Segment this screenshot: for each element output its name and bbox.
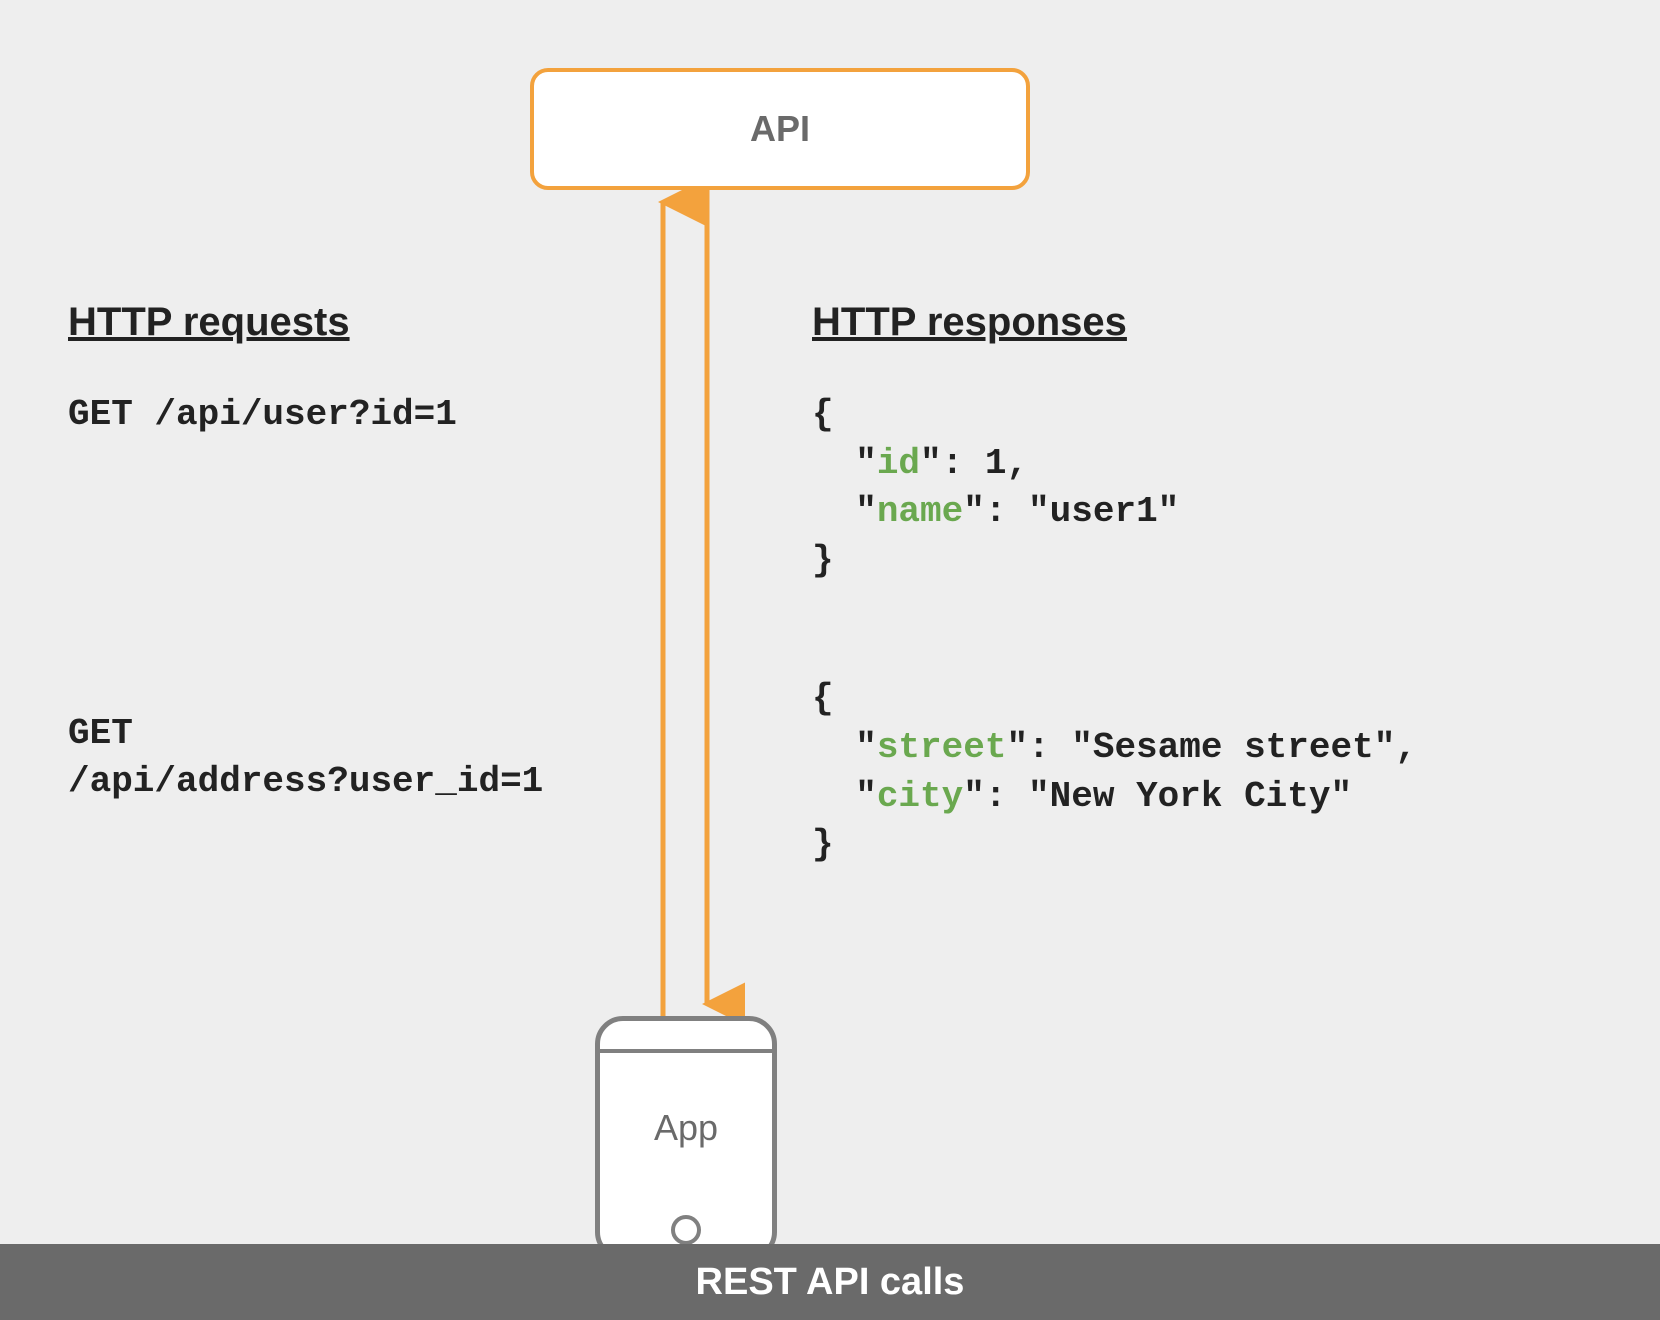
home-button-icon — [671, 1215, 701, 1245]
api-box: API — [530, 68, 1030, 190]
phone-speaker-bar — [600, 1021, 772, 1053]
phone-device: App — [595, 1016, 777, 1260]
requests-title: HTTP requests — [68, 300, 588, 345]
requests-column: HTTP requests GET /api/user?id=1 GET /api… — [68, 300, 588, 807]
responses-column: HTTP responses { "id": 1, "name": "user1… — [812, 300, 1572, 870]
arrows — [625, 190, 745, 1016]
http-response: { "street": "Sesame street", "city": "Ne… — [812, 675, 1572, 869]
app-label: App — [600, 1107, 772, 1149]
http-response: { "id": 1, "name": "user1" } — [812, 391, 1572, 585]
footer-bar: REST API calls — [0, 1244, 1660, 1320]
responses-title: HTTP responses — [812, 300, 1572, 345]
footer-title: REST API calls — [696, 1261, 965, 1304]
http-request: GET /api/user?id=1 — [68, 391, 588, 440]
api-label: API — [750, 108, 810, 150]
http-request: GET /api/address?user_id=1 — [68, 710, 588, 807]
